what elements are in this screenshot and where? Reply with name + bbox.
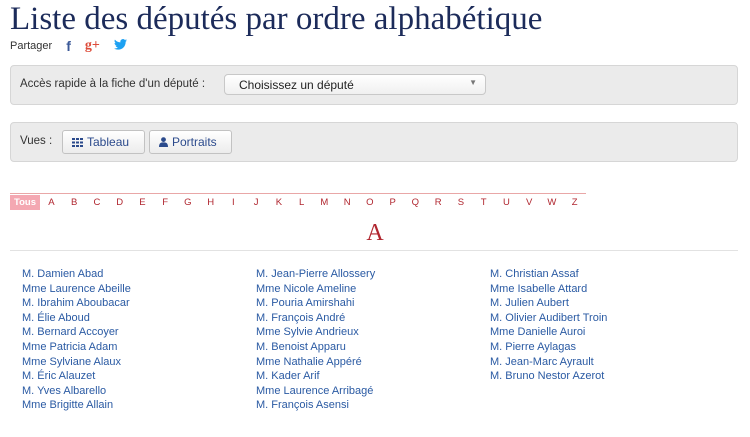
depute-link[interactable]: Mme Nathalie Appéré — [256, 355, 375, 370]
depute-link[interactable]: Mme Sylviane Alaux — [22, 355, 131, 370]
portraits-view-button[interactable]: Portraits — [149, 130, 232, 154]
section-divider — [10, 250, 738, 251]
depute-link[interactable]: M. Pouria Amirshahi — [256, 296, 375, 311]
depute-link[interactable]: M. François Asensi — [256, 398, 375, 413]
views-panel: Vues : Tableau Portraits — [10, 122, 738, 162]
share-label: Partager — [10, 40, 53, 52]
table-view-button[interactable]: Tableau — [62, 130, 145, 154]
depute-link[interactable]: M. Olivier Audibert Troin — [490, 311, 607, 326]
letter-filter-o[interactable]: O — [359, 195, 382, 210]
letter-filter-i[interactable]: I — [222, 195, 245, 210]
letter-filter-a[interactable]: A — [40, 195, 63, 210]
depute-link[interactable]: M. Damien Abad — [22, 267, 131, 282]
page-title: Liste des députés par ordre alphabétique — [10, 1, 543, 37]
depute-link[interactable]: M. François André — [256, 311, 375, 326]
depute-link[interactable]: M. Benoist Apparu — [256, 340, 375, 355]
letter-filter-q[interactable]: Q — [404, 195, 427, 210]
letter-filter-s[interactable]: S — [450, 195, 473, 210]
letter-filter-j[interactable]: J — [245, 195, 268, 210]
depute-link[interactable]: Mme Nicole Ameline — [256, 282, 375, 297]
deputes-column-2: M. Jean-Pierre Allossery Mme Nicole Ameli… — [256, 267, 375, 413]
quick-access-panel: Accès rapide à la fiche d'un député : Ch… — [10, 65, 738, 105]
depute-link[interactable]: M. Bernard Accoyer — [22, 325, 131, 340]
letter-filter-z[interactable]: Z — [563, 195, 586, 210]
depute-link[interactable]: M. Julien Aubert — [490, 296, 607, 311]
letter-filter-h[interactable]: H — [199, 195, 222, 210]
letter-filter-v[interactable]: V — [518, 195, 541, 210]
caret-down-icon: ▼ — [469, 78, 477, 87]
depute-link[interactable]: M. Kader Arif — [256, 369, 375, 384]
letter-filter-n[interactable]: N — [336, 195, 359, 210]
letter-filter-w[interactable]: W — [541, 195, 564, 210]
alphabet-nav: Tous A B C D E F G H I J K L M N O P Q R S T U V W Z — [10, 195, 586, 210]
depute-link[interactable]: M. Bruno Nestor Azerot — [490, 369, 607, 384]
depute-link[interactable]: Mme Laurence Arribagé — [256, 384, 375, 399]
quick-access-label: Accès rapide à la fiche d'un député : — [20, 78, 206, 90]
depute-select-value: Choisissez un député — [239, 78, 354, 92]
twitter-icon[interactable] — [113, 39, 127, 53]
depute-link[interactable]: Mme Laurence Abeille — [22, 282, 131, 297]
grid-icon — [72, 137, 83, 147]
deputes-column-1: M. Damien Abad Mme Laurence Abeille M. Ibr… — [22, 267, 131, 413]
letter-filter-u[interactable]: U — [495, 195, 518, 210]
depute-link[interactable]: Mme Sylvie Andrieux — [256, 325, 375, 340]
letter-filter-b[interactable]: B — [63, 195, 86, 210]
letter-filter-e[interactable]: E — [131, 195, 154, 210]
facebook-icon[interactable]: f — [66, 38, 71, 54]
depute-link[interactable]: M. Jean-Pierre Allossery — [256, 267, 375, 282]
letter-filter-c[interactable]: C — [86, 195, 109, 210]
depute-link[interactable]: M. Éric Alauzet — [22, 369, 131, 384]
user-icon — [159, 137, 168, 147]
deputes-column-3: M. Christian Assaf Mme Isabelle Attard M. … — [490, 267, 607, 384]
portraits-view-label: Portraits — [172, 135, 217, 149]
letter-filter-tous[interactable]: Tous — [10, 195, 40, 210]
views-label: Vues : — [20, 135, 53, 147]
depute-link[interactable]: M. Yves Albarello — [22, 384, 131, 399]
table-view-label: Tableau — [87, 135, 130, 149]
letter-filter-f[interactable]: F — [154, 195, 177, 210]
depute-link[interactable]: M. Christian Assaf — [490, 267, 607, 282]
depute-link[interactable]: Mme Isabelle Attard — [490, 282, 607, 297]
letter-filter-t[interactable]: T — [472, 195, 495, 210]
depute-link[interactable]: M. Ibrahim Aboubacar — [22, 296, 131, 311]
section-letter: A — [366, 220, 384, 246]
letter-filter-g[interactable]: G — [177, 195, 200, 210]
letter-filter-d[interactable]: D — [108, 195, 131, 210]
letter-filter-m[interactable]: M — [313, 195, 336, 210]
depute-link[interactable]: M. Jean-Marc Ayrault — [490, 355, 607, 370]
share-bar: Partager f g+ — [10, 38, 141, 54]
depute-link[interactable]: Mme Danielle Auroi — [490, 325, 607, 340]
alphabet-divider — [10, 193, 586, 194]
letter-filter-l[interactable]: L — [290, 195, 313, 210]
letter-filter-k[interactable]: K — [268, 195, 291, 210]
depute-select[interactable]: Choisissez un député ▼ — [224, 74, 486, 95]
depute-link[interactable]: Mme Patricia Adam — [22, 340, 131, 355]
depute-link[interactable]: M. Pierre Aylagas — [490, 340, 607, 355]
depute-link[interactable]: Mme Brigitte Allain — [22, 398, 131, 413]
letter-filter-r[interactable]: R — [427, 195, 450, 210]
letter-filter-p[interactable]: P — [381, 195, 404, 210]
googleplus-icon[interactable]: g+ — [85, 38, 100, 54]
depute-link[interactable]: M. Élie Aboud — [22, 311, 131, 326]
